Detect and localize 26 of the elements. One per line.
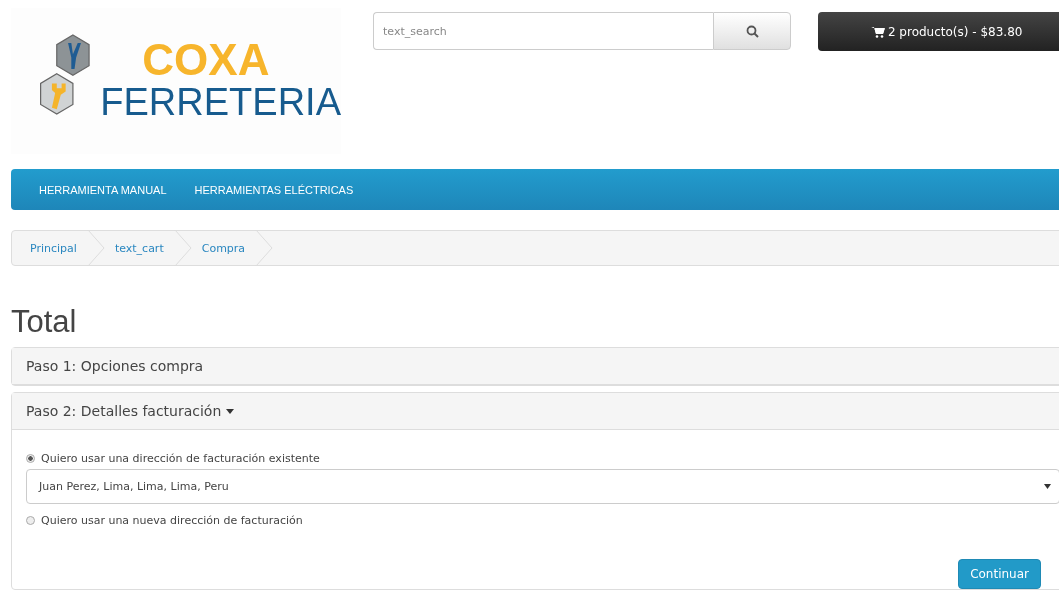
- search-icon: [745, 24, 759, 38]
- logo-wordmark: COXA: [142, 38, 271, 83]
- breadcrumb-link[interactable]: Principal: [20, 241, 87, 255]
- radio-label: Quiero usar una dirección de facturación existente: [41, 452, 320, 466]
- search-field[interactable]: text_search: [373, 12, 714, 50]
- logo-wordmark: FERRETERIA: [100, 82, 341, 124]
- radio-button[interactable]: [26, 516, 35, 526]
- step-title: Paso 1: Opciones compra: [26, 358, 204, 375]
- radio-option[interactable]: Quiero usar una nueva dirección de facturación: [26, 514, 1059, 528]
- step-title: Paso 2: Detalles facturación: [26, 403, 222, 420]
- step-header[interactable]: Paso 1: Opciones compra: [12, 348, 1059, 386]
- radio-button[interactable]: [26, 454, 35, 464]
- breadcrumb-link[interactable]: text_cart: [104, 241, 174, 255]
- breadcrumb-link[interactable]: Compra: [191, 241, 256, 255]
- cart-button[interactable]: 2 producto(s) - $83.80: [818, 12, 1059, 51]
- step-header[interactable]: Paso 2: Detalles facturación: [12, 393, 1059, 431]
- menu-link[interactable]: HERRAMIENTA MANUAL: [25, 183, 181, 196]
- caret-icon: [226, 408, 235, 414]
- address-dropdown[interactable]: Juan Perez, Lima, Lima, Lima, Peru: [26, 469, 1059, 505]
- search-button[interactable]: [713, 12, 792, 50]
- menu-link[interactable]: HERRAMIENTAS ELÉCTRICAS: [180, 183, 368, 196]
- dropdown-arrow-icon: [1044, 484, 1051, 490]
- cart-icon: [870, 25, 885, 38]
- radio-label: Quiero usar una nueva dirección de facturación: [41, 514, 303, 528]
- page-heading: Total: [11, 305, 78, 340]
- radio-option[interactable]: Quiero usar una dirección de facturación existente: [26, 452, 1059, 466]
